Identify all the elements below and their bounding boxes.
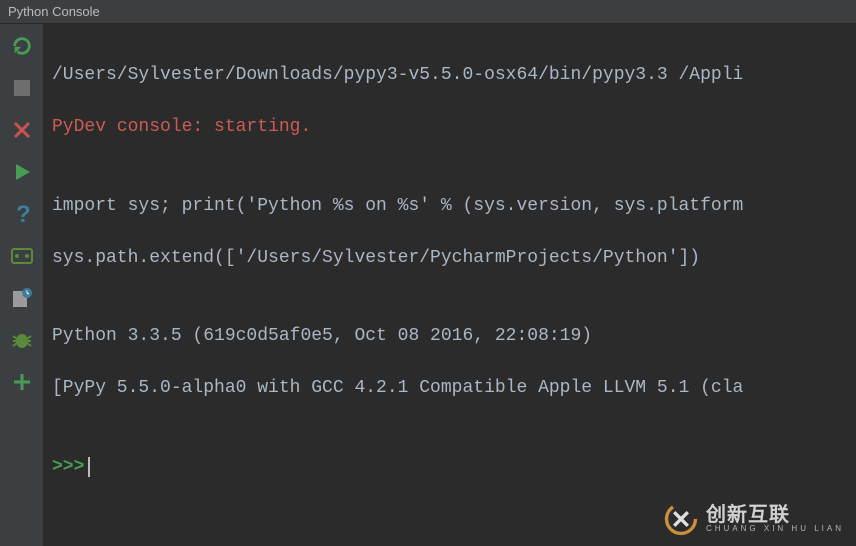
console-title: Python Console: [8, 4, 100, 19]
help-button[interactable]: ?: [10, 202, 34, 226]
watermark-text: 创新互联 CHUANG XIN HU LIAN: [706, 505, 844, 533]
history-icon: [11, 287, 33, 309]
watermark-main: 创新互联: [706, 504, 790, 526]
debug-icon: [11, 330, 33, 350]
stop-button[interactable]: [10, 76, 34, 100]
console-line: PyDev console: starting.: [52, 114, 848, 140]
rerun-icon: [11, 35, 33, 57]
run-icon: [12, 162, 32, 182]
variables-icon: [11, 246, 33, 266]
console-line: import sys; print('Python %s on %s' % (s…: [52, 193, 848, 219]
variables-button[interactable]: [10, 244, 34, 268]
console-toolbar: ?: [0, 24, 44, 546]
svg-text:?: ?: [16, 202, 31, 226]
help-icon: ?: [12, 202, 32, 226]
add-button[interactable]: [10, 370, 34, 394]
close-button[interactable]: [10, 118, 34, 142]
console-line: Python 3.3.5 (619c0d5af0e5, Oct 08 2016,…: [52, 323, 848, 349]
cursor-icon: [88, 457, 90, 477]
main-area: ?: [0, 24, 856, 546]
run-button[interactable]: [10, 160, 34, 184]
history-button[interactable]: [10, 286, 34, 310]
add-icon: [12, 372, 32, 392]
close-icon: [12, 120, 32, 140]
console-output[interactable]: /Users/Sylvester/Downloads/pypy3-v5.5.0-…: [44, 24, 856, 546]
console-line: [PyPy 5.5.0-alpha0 with GCC 4.2.1 Compat…: [52, 375, 848, 401]
stop-icon: [13, 79, 31, 97]
console-title-bar: Python Console: [0, 0, 856, 24]
rerun-button[interactable]: [10, 34, 34, 58]
console-line: sys.path.extend(['/Users/Sylvester/Pycha…: [52, 245, 848, 271]
console-line: /Users/Sylvester/Downloads/pypy3-v5.5.0-…: [52, 62, 848, 88]
watermark: 创新互联 CHUANG XIN HU LIAN: [664, 502, 844, 536]
watermark-logo-icon: [664, 502, 698, 536]
console-prompt: >>>: [52, 457, 84, 477]
debug-button[interactable]: [10, 328, 34, 352]
watermark-sub: CHUANG XIN HU LIAN: [706, 525, 844, 533]
